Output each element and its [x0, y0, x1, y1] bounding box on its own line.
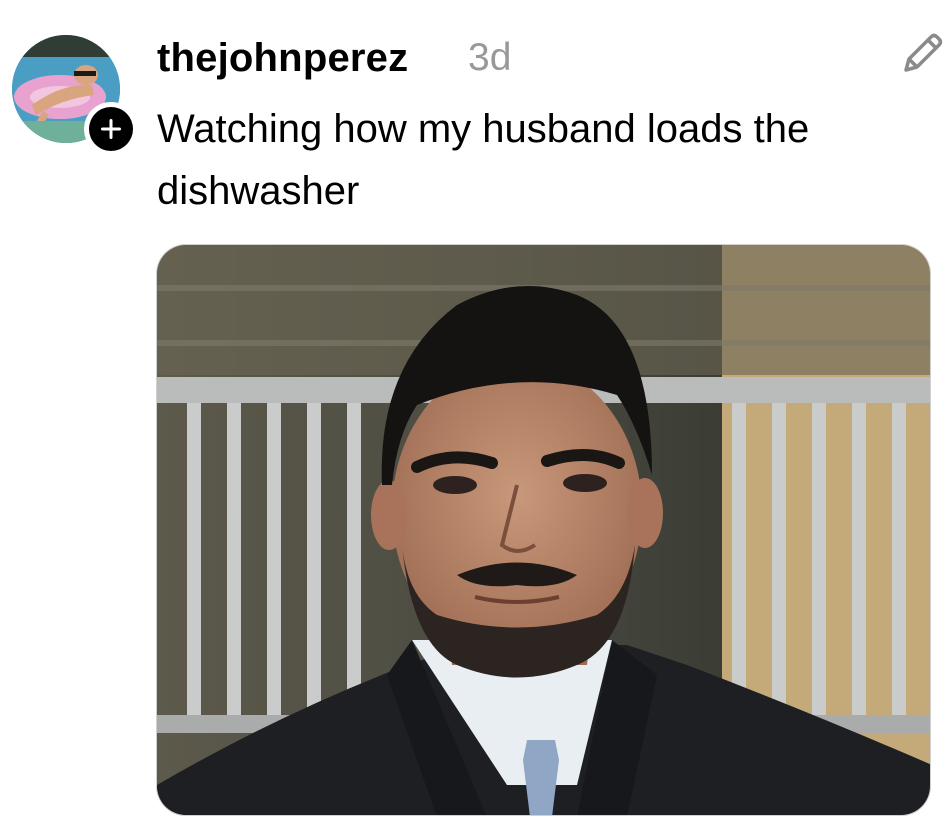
avatar-container — [12, 35, 138, 156]
thread-post: thejohnperez 3d Watching how my husband … — [0, 0, 946, 832]
post-timestamp: 3d — [468, 36, 512, 79]
photo-man-in-suit — [157, 245, 930, 815]
follow-button[interactable] — [84, 102, 138, 156]
post-image[interactable] — [156, 244, 931, 816]
username[interactable]: thejohnperez — [157, 30, 408, 86]
plus-icon — [89, 107, 133, 151]
post-caption: Watching how my husband loads the dishwa… — [157, 107, 810, 213]
pencil-icon[interactable] — [898, 30, 946, 80]
